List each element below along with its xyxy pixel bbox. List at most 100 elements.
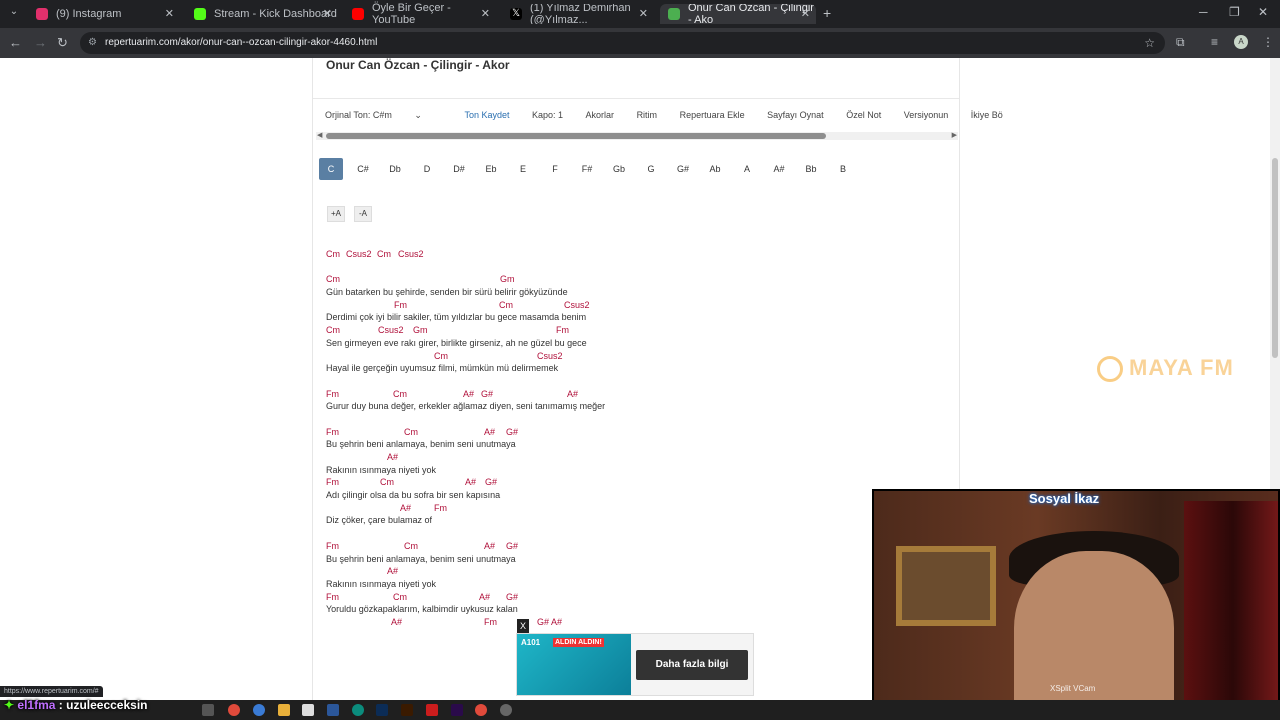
capo-button[interactable]: Kapo: 1 [532,110,563,120]
key-button-gb[interactable]: Gb [607,158,631,180]
profile-avatar[interactable]: A [1234,35,1248,49]
special-note-button[interactable]: Özel Not [846,110,881,120]
chrome-active-icon[interactable] [475,704,487,716]
chord[interactable]: A# [479,592,490,602]
key-button-g-sharp[interactable]: G# [671,158,695,180]
chord[interactable]: Fm [326,389,339,399]
two-column-button[interactable]: İkiye Bö [971,110,1003,120]
chord[interactable]: A# [567,389,578,399]
chord[interactable]: Cm [380,477,394,487]
media-icon[interactable]: ≡ [1211,35,1218,49]
key-button-a-sharp[interactable]: A# [767,158,791,180]
chord[interactable]: Csus2 [378,325,404,335]
play-page-button[interactable]: Sayfayı Oynat [767,110,824,120]
versions-button[interactable]: Versiyonun [904,110,949,120]
key-button-db[interactable]: Db [383,158,407,180]
ad-close-button[interactable]: X [517,619,529,633]
outlook-icon[interactable] [327,704,339,716]
chord[interactable]: Fm [326,592,339,602]
file-explorer-icon[interactable] [278,704,290,716]
add-repertoire-button[interactable]: Repertuara Ekle [680,110,745,120]
chord[interactable]: Cm [326,274,340,284]
chord[interactable]: G# [506,592,518,602]
key-button-d-sharp[interactable]: D# [447,158,471,180]
edge-icon[interactable] [352,704,364,716]
obs-icon[interactable] [500,704,512,716]
site-info-icon[interactable]: ⚙ [88,37,97,48]
reload-icon[interactable]: ↻ [57,35,68,51]
chord[interactable]: A# [465,477,476,487]
key-button-g[interactable]: G [639,158,663,180]
chord[interactable]: Fm [394,300,407,310]
close-icon[interactable]: ✕ [639,7,648,20]
key-button-f-sharp[interactable]: F# [575,158,599,180]
chord[interactable]: Csus2 [346,249,372,259]
new-tab-icon[interactable]: + [823,5,831,21]
key-button-eb[interactable]: Eb [479,158,503,180]
chord[interactable]: Cm [326,325,340,335]
menu-icon[interactable]: ⋮ [1262,35,1274,49]
scrollbar-thumb[interactable] [1272,158,1278,358]
task-view-icon[interactable] [202,704,214,716]
chords-button[interactable]: Akorlar [586,110,615,120]
restore-icon[interactable]: ❐ [1229,5,1240,19]
more-info-button[interactable]: Daha fazla bilgi [636,650,748,680]
illustrator-icon[interactable] [401,704,413,716]
close-icon[interactable]: ✕ [165,7,174,20]
chord[interactable]: Fm [326,541,339,551]
browser-icon[interactable] [253,704,265,716]
chord[interactable]: G# [506,427,518,437]
key-button-c-sharp[interactable]: C# [351,158,375,180]
chord[interactable]: G# [506,541,518,551]
ad-image[interactable]: A101 ALDIN ALDIN! [517,634,631,695]
font-decrease-button[interactable]: -A [354,206,372,222]
font-increase-button[interactable]: +A [327,206,345,222]
chord[interactable]: G# [481,389,493,399]
chord[interactable]: Gm [500,274,515,284]
tab-instagram[interactable]: (9) Instagram ✕ [28,4,180,24]
chord[interactable]: A# [400,503,411,513]
forward-icon[interactable]: → [34,35,47,50]
tab-youtube[interactable]: Öyle Bir Geçer - YouTube ✕ [344,2,496,26]
app-icon[interactable] [426,704,438,716]
close-icon[interactable]: ✕ [481,7,490,20]
menu-scrollbar[interactable]: ◀ ▶ [316,132,958,140]
key-button-bb[interactable]: Bb [799,158,823,180]
scroll-left-icon[interactable]: ◀ [317,131,322,139]
key-button-a[interactable]: A [735,158,759,180]
notepad-icon[interactable] [302,704,314,716]
chord[interactable]: Gm [413,325,428,335]
back-icon[interactable]: ← [9,35,22,50]
close-window-icon[interactable]: ✕ [1258,5,1268,19]
key-button-f[interactable]: F [543,158,567,180]
chord[interactable]: G# [485,477,497,487]
chord[interactable]: A# [484,541,495,551]
chord[interactable]: Cm [393,389,407,399]
save-key-button[interactable]: Ton Kaydet [464,110,509,120]
close-icon[interactable]: ✕ [801,7,810,20]
scrollbar-thumb[interactable] [326,133,826,139]
tab-search-icon[interactable]: ⌄ [6,6,22,22]
chord[interactable]: A# [387,566,398,576]
chord[interactable]: Csus2 [564,300,590,310]
chord[interactable]: Csus2 [398,249,424,259]
premiere-icon[interactable] [451,704,463,716]
extensions-icon[interactable]: ⧉ [1176,35,1185,50]
tab-repertuarim[interactable]: Onur Can Özcan - Çilingir - Ako ✕ [660,4,816,24]
key-button-c[interactable]: C [319,158,343,180]
bookmark-star-icon[interactable]: ☆ [1144,36,1155,50]
chord[interactable]: Fm [326,427,339,437]
chord[interactable]: Cm [404,541,418,551]
chord[interactable]: Cm [326,249,340,259]
chord[interactable]: A# [463,389,474,399]
address-bar[interactable]: ⚙ repertuarim.com/akor/onur-can--ozcan-c… [80,32,1165,54]
key-button-b[interactable]: B [831,158,855,180]
chord[interactable]: A# [387,452,398,462]
rhythm-button[interactable]: Ritim [637,110,658,120]
key-button-e[interactable]: E [511,158,535,180]
chord[interactable]: Cm [434,351,448,361]
photoshop-icon[interactable] [376,704,388,716]
key-button-d[interactable]: D [415,158,439,180]
tab-x[interactable]: 𝕏 (1) Yılmaz Demirhan (@Yılmaz... ✕ [502,4,654,24]
chord[interactable]: Fm [326,477,339,487]
